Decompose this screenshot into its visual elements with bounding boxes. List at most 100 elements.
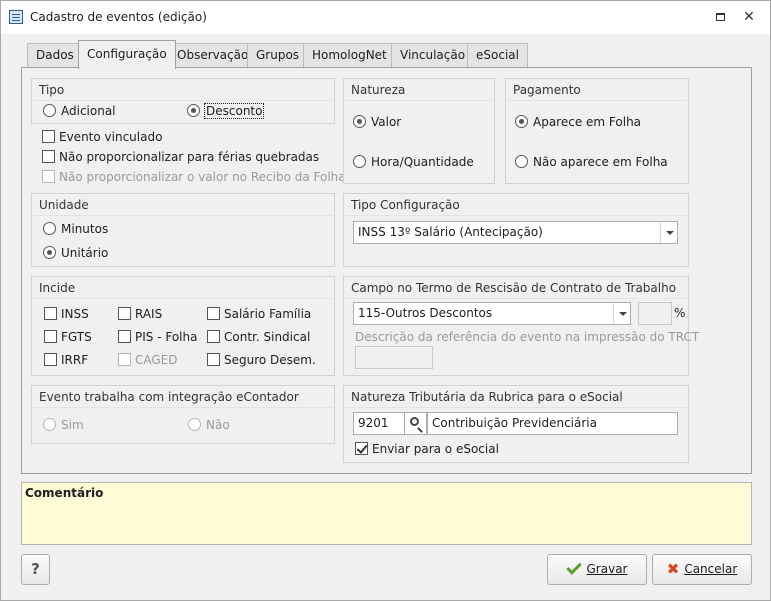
chevron-down-icon[interactable] [660, 222, 677, 243]
radio-circle [515, 115, 528, 128]
checkbox-box [118, 353, 131, 366]
checkbox-box [207, 353, 220, 366]
checkbox-box [207, 307, 220, 320]
help-icon: ? [31, 560, 40, 578]
rescisao-title: Campo no Termo de Rescisão de Contrato d… [351, 281, 677, 295]
comment-textarea[interactable]: Comentário [21, 482, 752, 545]
tipo-adicional-radio[interactable]: Adicional [43, 104, 116, 118]
incide-fgts-checkbox[interactable]: FGTS [44, 330, 92, 344]
chevron-down-icon[interactable] [613, 303, 630, 324]
natureza-valor-radio[interactable]: Valor [353, 115, 401, 129]
unidade-group: Unidade Minutos Unitário [31, 193, 335, 267]
checkbox-box [42, 150, 55, 163]
checkbox-box [44, 353, 57, 366]
close-button[interactable]: ✕ [741, 9, 757, 25]
form-icon [9, 10, 23, 24]
descricao-referencia-input[interactable] [355, 346, 433, 369]
tab-dados[interactable]: Dados [27, 43, 83, 68]
percent-label: % [674, 306, 686, 320]
esocial-natureza-title: Natureza Tributária da Rubrica para o eS… [351, 390, 623, 404]
incide-inss-checkbox[interactable]: INSS [44, 307, 89, 321]
incide-irrf-checkbox[interactable]: IRRF [44, 353, 88, 367]
enviar-esocial-checkbox[interactable]: Enviar para o eSocial [355, 442, 499, 456]
tipo-title: Tipo [39, 83, 65, 97]
unidade-unitario-radio[interactable]: Unitário [43, 246, 108, 260]
search-icon [410, 417, 419, 426]
natureza-hora-radio[interactable]: Hora/Quantidade [353, 155, 474, 169]
cancel-x-icon: ✖ [666, 560, 680, 578]
checkbox-box [44, 330, 57, 343]
checkbox-box [42, 170, 55, 183]
incide-title: Incide [39, 281, 76, 295]
incide-salario-familia-checkbox[interactable]: Salário Família [207, 307, 311, 321]
checkbox-box [355, 442, 368, 455]
incide-pis-folha-checkbox[interactable]: PIS - Folha [118, 330, 197, 344]
esocial-description-input[interactable]: Contribuição Previdenciária [427, 412, 678, 435]
pagamento-nao-aparece-radio[interactable]: Não aparece em Folha [515, 155, 668, 169]
econtador-sim-radio[interactable]: Sim [43, 418, 84, 432]
restore-button[interactable] [712, 9, 728, 25]
econtador-title: Evento trabalha com integração eContador [39, 390, 299, 404]
cancelar-button[interactable]: ✖ Cancelar [652, 554, 752, 585]
radio-circle [43, 418, 56, 431]
checkbox-box [44, 307, 57, 320]
tab-esocial[interactable]: eSocial [467, 43, 528, 68]
esocial-search-button[interactable] [405, 412, 427, 435]
tipo-configuracao-title: Tipo Configuração [351, 198, 460, 212]
incide-group: Incide INSS RAIS Salário Família FGTS PI… [31, 276, 335, 376]
natureza-title: Natureza [351, 83, 406, 97]
radio-circle [515, 155, 528, 168]
pagamento-aparece-radio[interactable]: Aparece em Folha [515, 115, 641, 129]
nao-prop-ferias-checkbox[interactable]: Não proporcionalizar para férias quebrad… [42, 150, 319, 164]
restore-icon [715, 12, 725, 21]
tab-vinculacao[interactable]: Vinculação [391, 43, 475, 68]
incide-seguro-desem-checkbox[interactable]: Seguro Desem. [207, 353, 316, 367]
esocial-natureza-group: Natureza Tributária da Rubrica para o eS… [343, 385, 689, 463]
tab-panel-configuracao: Tipo Adicional Desconto Evento vinculado… [21, 67, 752, 474]
tab-homolognet[interactable]: HomologNet [303, 43, 396, 68]
incide-rais-checkbox[interactable]: RAIS [118, 307, 162, 321]
esocial-code-input[interactable]: 9201 [353, 412, 405, 435]
econtador-nao-radio[interactable]: Não [188, 418, 230, 432]
rescisao-group: Campo no Termo de Rescisão de Contrato d… [343, 276, 699, 376]
econtador-group: Evento trabalha com integração eContador… [31, 385, 335, 444]
tab-observacao[interactable]: Observação [168, 43, 258, 68]
window-title: Cadastro de eventos (edição) [30, 10, 207, 24]
unidade-minutos-radio[interactable]: Minutos [43, 222, 108, 236]
nao-prop-recibo-checkbox[interactable]: Não proporcionalizar o valor no Recibo d… [42, 170, 346, 184]
tipo-desconto-radio[interactable]: Desconto [187, 103, 265, 119]
help-button[interactable]: ? [21, 554, 50, 585]
check-icon [565, 559, 582, 575]
checkbox-box [207, 330, 220, 343]
tipo-group: Tipo Adicional Desconto [31, 78, 335, 124]
pagamento-title: Pagamento [513, 83, 581, 97]
checkbox-box [118, 307, 131, 320]
tipo-configuracao-group: Tipo Configuração INSS 13º Salário (Ante… [343, 193, 689, 267]
tab-configuracao[interactable]: Configuração [78, 40, 176, 69]
checkbox-box [118, 330, 131, 343]
pagamento-group: Pagamento Aparece em Folha Não aparece e… [505, 78, 689, 184]
evento-vinculado-checkbox[interactable]: Evento vinculado [42, 130, 162, 144]
unidade-title: Unidade [39, 198, 89, 212]
descricao-referencia-label: Descrição da referência do evento na imp… [355, 330, 700, 344]
tab-grupos[interactable]: Grupos [247, 43, 309, 68]
natureza-group: Natureza Valor Hora/Quantidade [343, 78, 495, 184]
incide-contr-sindical-checkbox[interactable]: Contr. Sindical [207, 330, 310, 344]
radio-circle [43, 246, 56, 259]
checkbox-box [42, 130, 55, 143]
close-icon: ✕ [743, 9, 755, 25]
radio-circle [353, 115, 366, 128]
radio-circle [188, 418, 201, 431]
title-bar: Cadastro de eventos (edição) ✕ [1, 1, 770, 34]
radio-circle [353, 155, 366, 168]
radio-circle [43, 222, 56, 235]
rescisao-campo-select[interactable]: 115-Outros Descontos [353, 302, 631, 325]
tipo-configuracao-select[interactable]: INSS 13º Salário (Antecipação) [353, 221, 678, 244]
gravar-button[interactable]: Gravar [547, 554, 647, 585]
dialog-window: Cadastro de eventos (edição) ✕ Dados Con… [0, 0, 771, 601]
rescisao-percent-input[interactable] [638, 302, 672, 325]
comment-label: Comentário [25, 486, 104, 500]
radio-circle [43, 104, 56, 117]
radio-circle [187, 104, 200, 117]
incide-caged-checkbox[interactable]: CAGED [118, 353, 178, 367]
